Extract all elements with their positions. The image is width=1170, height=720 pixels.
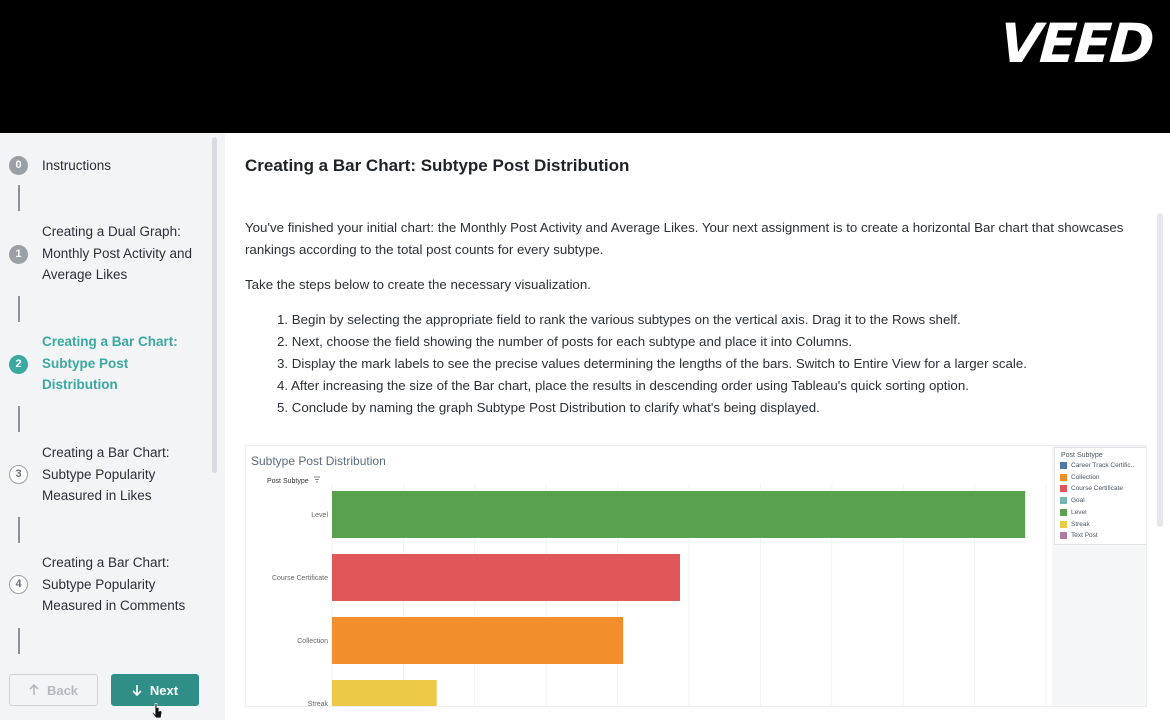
legend-swatch (1060, 462, 1067, 469)
tableau-viz: Post Subtype Level Course Certificate Colle… (245, 445, 1147, 707)
step-connector (18, 628, 20, 654)
legend-swatch (1060, 520, 1067, 528)
lesson-content: Creating a Bar Chart: Subtype Post Distr… (225, 133, 1170, 720)
chart-bar (332, 491, 1026, 538)
legend-label: Level (1071, 508, 1087, 516)
chart-bar (332, 554, 680, 601)
legend-label: Streak (1071, 520, 1090, 528)
instruction-step: 4. After increasing the size of the Bar … (277, 378, 969, 393)
sidebar-step-label: Creating a Bar Chart: Subtype Popularity… (42, 445, 170, 504)
legend-label: Course Certificate (1071, 485, 1124, 493)
step-number-badge: 0 (9, 156, 28, 175)
steps-sidebar: 0 Instructions 1 Creating a Dual Graph: … (0, 133, 225, 720)
legend-swatch (1060, 532, 1067, 540)
legend-title: Post Subtype (1061, 452, 1103, 459)
step-number-badge: 4 (9, 575, 28, 594)
sidebar-step-label: Creating a Bar Chart: Subtype Popularity… (42, 555, 186, 614)
legend-swatch (1060, 473, 1067, 481)
sidebar-scrollbar[interactable] (212, 137, 217, 473)
category-label: Level (311, 512, 328, 519)
bar-chart: Post Subtype Level Course Certificate Colle… (267, 476, 1047, 707)
arrow-down-icon (132, 685, 142, 696)
course-app: 0 Instructions 1 Creating a Dual Graph: … (0, 133, 1170, 720)
category-label: Course Certificate (272, 575, 328, 582)
instruction-steps: 1. Begin by selecting the appropriate fi… (277, 309, 1137, 419)
instruction-step: 1. Begin by selecting the appropriate fi… (277, 312, 961, 327)
step-number-badge: 1 (9, 245, 28, 264)
instruction-step: 5. Conclude by naming the graph Subtype … (277, 400, 820, 415)
chart-bar (332, 617, 624, 664)
legend-label: Collection (1071, 473, 1100, 481)
legend-item[interactable]: Course Certificate (1060, 485, 1124, 493)
step-connector (18, 185, 20, 211)
step-connector (18, 406, 20, 432)
back-button[interactable]: Back (9, 674, 98, 706)
legend-swatch (1060, 508, 1067, 516)
arrow-up-icon (29, 684, 39, 695)
step-number-badge: 2 (9, 355, 28, 374)
row-header-label: Post Subtype (267, 478, 309, 485)
legend-label: Text Post (1071, 532, 1098, 540)
back-button-label: Back (46, 682, 79, 698)
category-label: Streak (308, 701, 329, 707)
intro-paragraph: You've finished your initial chart: the … (245, 220, 1124, 257)
instruction-step: 3. Display the mark labels to see the pr… (277, 356, 1027, 371)
legend-label: Goal (1071, 497, 1085, 505)
legend-item[interactable]: Collection (1060, 473, 1100, 481)
mouse-cursor-icon (151, 703, 163, 719)
next-button-label: Next (149, 682, 179, 698)
legend-item[interactable]: Career Track Certific.. (1060, 462, 1134, 469)
step-connector (18, 296, 20, 322)
legend-item[interactable]: Goal (1060, 497, 1085, 505)
veed-logo: VEED (997, 12, 1155, 75)
instruction-step: 2. Next, choose the field showing the nu… (277, 334, 853, 349)
page-title: Creating a Bar Chart: Subtype Post Distr… (245, 156, 630, 175)
sidebar-step-label: Creating a Bar Chart: Subtype Post Distr… (42, 334, 178, 393)
next-button[interactable]: Next (111, 674, 199, 706)
legend-label: Career Track Certific.. (1071, 462, 1135, 469)
legend-item[interactable]: Streak (1060, 520, 1090, 528)
legend-swatch (1060, 497, 1067, 505)
step-connector (18, 517, 20, 543)
category-label: Collection (297, 638, 328, 645)
legend-swatch (1060, 485, 1067, 493)
sidebar-step-label: Instructions (42, 158, 112, 173)
chart-bar (332, 680, 437, 706)
viz-title: Subtype Post Distribution (251, 454, 386, 468)
sort-icon[interactable] (314, 476, 320, 483)
step-number-badge: 3 (9, 465, 28, 484)
lead-paragraph: Take the steps below to create the neces… (245, 277, 591, 292)
legend-item[interactable]: Level (1060, 508, 1087, 516)
content-scrollbar[interactable] (1157, 213, 1163, 527)
color-legend: Post Subtype Career Track Certific.. Coll… (1054, 447, 1146, 545)
sidebar-step-label: Creating a Dual Graph: Monthly Post Acti… (42, 224, 193, 283)
video-top-bar: VEED (0, 0, 1170, 133)
legend-item[interactable]: Text Post (1060, 532, 1098, 540)
